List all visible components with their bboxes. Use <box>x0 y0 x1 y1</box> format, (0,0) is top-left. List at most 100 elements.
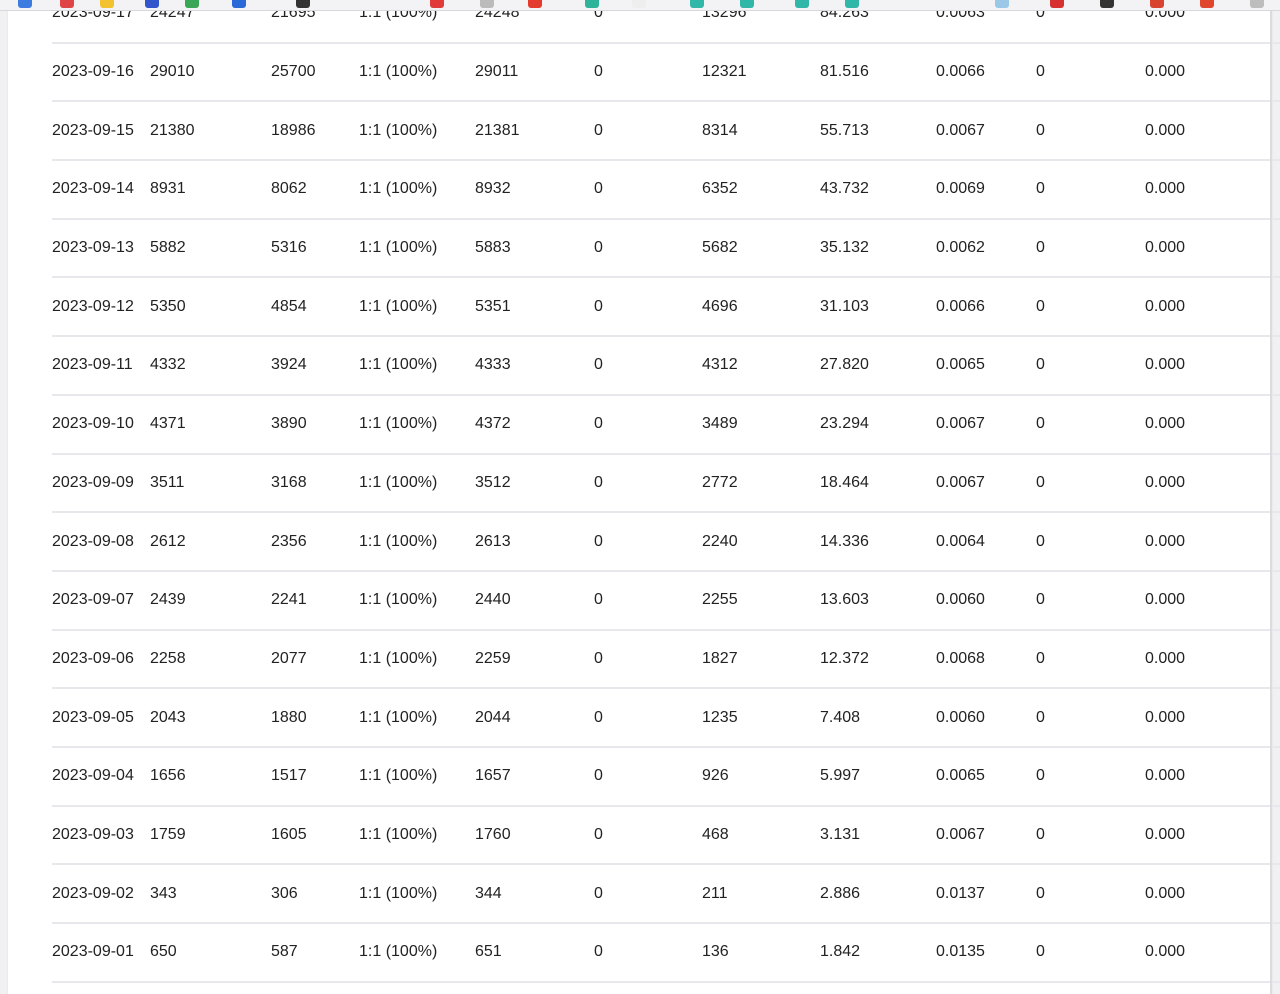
cell-col-2: 1880 <box>271 708 307 726</box>
cell-date: 2023-09-13 <box>52 239 134 257</box>
cell-date: 2023-09-10 <box>52 415 134 433</box>
blue-x-app-icon[interactable] <box>232 0 246 8</box>
red-pin-app-icon[interactable] <box>528 0 542 8</box>
data-table: 2023-09-17 24247 21695 1:1 (100%) 24248 0 1329… <box>52 0 1280 983</box>
cell-col-10: 0.000 <box>1145 767 1186 785</box>
cell-col-9: 0 <box>1036 532 1045 550</box>
cell-col-4: 2613 <box>475 532 511 550</box>
cell-col-5: 0 <box>594 884 603 902</box>
cell-col-7: 5.997 <box>820 767 861 785</box>
cell-col-9: 0 <box>1036 884 1045 902</box>
cell-col-8: 0.0060 <box>936 708 985 726</box>
cell-col-4: 2259 <box>475 649 511 667</box>
teal-app-icon-5[interactable] <box>845 0 859 8</box>
teal-app-icon-3[interactable] <box>740 0 754 8</box>
cell-col-2: 306 <box>271 884 298 902</box>
cell-col-1: 3511 <box>150 473 185 491</box>
cell-col-2: 2356 <box>271 532 307 550</box>
cell-col-2: 4854 <box>271 297 307 315</box>
table-row: 2023-09-01 650 587 1:1 (100%) 651 0 136 1.842 0.… <box>52 924 1280 983</box>
table-row: 2023-09-16 29010 25700 1:1 (100%) 29011 0 1232… <box>52 44 1280 103</box>
cell-ratio: 1:1 (100%) <box>359 473 438 491</box>
grey-app-icon-2[interactable] <box>1250 0 1264 8</box>
yellow-app-icon[interactable] <box>100 0 114 8</box>
cell-col-5: 0 <box>594 239 603 257</box>
red-app-icon-4[interactable] <box>1150 0 1164 8</box>
teal-app-icon-4[interactable] <box>795 0 809 8</box>
dark-arrow-app-icon[interactable] <box>1100 0 1114 8</box>
cell-col-6: 2255 <box>702 591 738 609</box>
cell-col-10: 0.000 <box>1145 884 1186 902</box>
cell-col-8: 0.0069 <box>936 180 985 198</box>
cell-col-5: 0 <box>594 591 603 609</box>
dark-app-icon[interactable] <box>296 0 310 8</box>
cell-col-7: 27.820 <box>820 356 869 374</box>
cell-col-9: 0 <box>1036 943 1045 961</box>
cell-date: 2023-09-07 <box>52 591 134 609</box>
cell-col-7: 81.516 <box>820 63 869 81</box>
cell-col-8: 0.0137 <box>936 884 985 902</box>
cell-col-8: 0.0067 <box>936 121 985 139</box>
cell-col-4: 4372 <box>475 415 511 433</box>
cell-col-10: 0.000 <box>1145 297 1186 315</box>
cell-date: 2023-09-06 <box>52 649 134 667</box>
cell-ratio: 1:1 (100%) <box>359 708 438 726</box>
blue-app-icon[interactable] <box>18 0 32 8</box>
light-blue-app-icon[interactable] <box>995 0 1009 8</box>
cell-col-1: 650 <box>150 943 177 961</box>
cell-col-10: 0.000 <box>1145 591 1186 609</box>
cell-col-10: 0.000 <box>1145 356 1186 374</box>
cell-col-9: 0 <box>1036 708 1045 726</box>
table-row: 2023-09-03 1759 1605 1:1 (100%) 1760 0 468 3.13… <box>52 807 1280 866</box>
cell-col-5: 0 <box>594 297 603 315</box>
cell-col-8: 0.0067 <box>936 415 985 433</box>
cell-date: 2023-09-11 <box>52 356 133 374</box>
cell-col-6: 8314 <box>702 121 738 139</box>
cell-col-6: 211 <box>702 884 728 902</box>
cell-col-9: 0 <box>1036 63 1045 81</box>
red-app-icon-5[interactable] <box>1200 0 1214 8</box>
cell-col-4: 2044 <box>475 708 511 726</box>
cell-ratio: 1:1 (100%) <box>359 239 438 257</box>
cell-col-6: 4696 <box>702 297 738 315</box>
cell-col-6: 468 <box>702 825 729 843</box>
teal-app-icon[interactable] <box>585 0 599 8</box>
cell-date: 2023-09-08 <box>52 532 134 550</box>
cell-col-2: 2077 <box>271 649 307 667</box>
table-row: 2023-09-09 3511 3168 1:1 (100%) 3512 0 2772 18.… <box>52 455 1280 514</box>
table-row: 2023-09-11 4332 3924 1:1 (100%) 4333 0 4312 27.… <box>52 337 1280 396</box>
red-app-icon[interactable] <box>60 0 74 8</box>
cell-ratio: 1:1 (100%) <box>359 415 438 433</box>
flag-app-icon[interactable] <box>145 0 159 8</box>
cell-col-8: 0.0068 <box>936 649 985 667</box>
cell-col-7: 23.294 <box>820 415 869 433</box>
green-app-icon[interactable] <box>185 0 199 8</box>
cell-col-8: 0.0066 <box>936 63 985 81</box>
cell-ratio: 1:1 (100%) <box>359 884 438 902</box>
table-row: 2023-09-08 2612 2356 1:1 (100%) 2613 0 2240 14.… <box>52 513 1280 572</box>
cell-col-4: 5883 <box>475 239 511 257</box>
red-app-icon-2[interactable] <box>430 0 444 8</box>
grey-app-icon[interactable] <box>480 0 494 8</box>
cell-col-1: 2612 <box>150 532 186 550</box>
cell-col-7: 35.132 <box>820 239 869 257</box>
table-row: 2023-09-04 1656 1517 1:1 (100%) 1657 0 926 5.99… <box>52 748 1280 807</box>
table-row: 2023-09-06 2258 2077 1:1 (100%) 2259 0 1827 12.… <box>52 631 1280 690</box>
cell-col-4: 344 <box>475 884 502 902</box>
cell-col-7: 1.842 <box>820 943 861 961</box>
red-app-icon-3[interactable] <box>1050 0 1064 8</box>
cell-col-8: 0.0135 <box>936 943 985 961</box>
cell-col-8: 0.0066 <box>936 297 985 315</box>
cell-col-5: 0 <box>594 415 603 433</box>
cell-col-5: 0 <box>594 649 603 667</box>
table-row: 2023-09-14 8931 8062 1:1 (100%) 8932 0 6352 43.… <box>52 161 1280 220</box>
cell-col-8: 0.0060 <box>936 591 985 609</box>
teal-app-icon-2[interactable] <box>690 0 704 8</box>
cell-col-9: 0 <box>1036 121 1045 139</box>
cell-col-10: 0.000 <box>1145 239 1186 257</box>
white-app-icon[interactable] <box>632 0 646 8</box>
scrollbar-track[interactable] <box>1270 0 1272 994</box>
cell-col-2: 8062 <box>271 180 307 198</box>
cell-col-10: 0.000 <box>1145 63 1186 81</box>
cell-col-1: 8931 <box>150 180 186 198</box>
